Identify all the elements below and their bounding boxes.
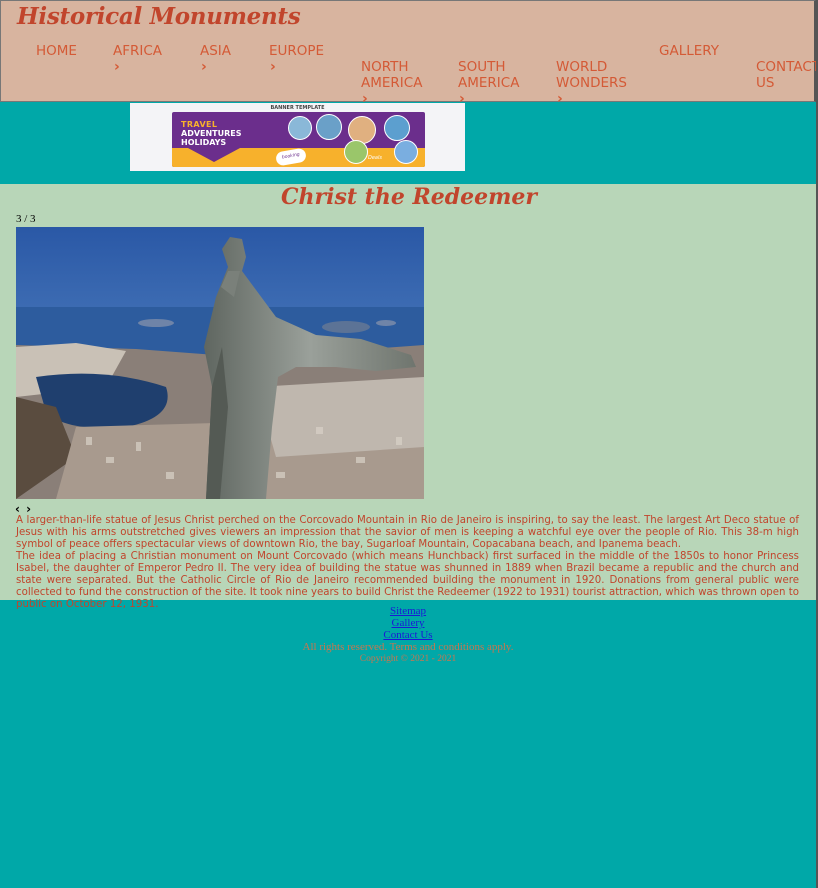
banner-top-text: BANNER TEMPLATE xyxy=(270,105,325,111)
page-title: Christ the Redeemer xyxy=(281,184,537,210)
nav-item-contact-us[interactable]: CONTACT US xyxy=(756,43,818,91)
nav-label: AFRICA xyxy=(113,43,163,59)
chevron-right-icon: › xyxy=(270,59,276,75)
ad-banner[interactable]: BANNER TEMPLATE Travel Agency TRAVEL ADV… xyxy=(130,103,465,171)
prev-slide-icon[interactable]: ‹ xyxy=(15,502,21,516)
next-slide-icon[interactable]: › xyxy=(26,502,32,516)
nav-label: NORTH AMERICA xyxy=(361,59,423,91)
slide-counter: 3 / 3 xyxy=(16,213,36,225)
nav-item-europe[interactable]: EUROPE › xyxy=(269,43,324,75)
monument-description: A larger-than-life statue of Jesus Chris… xyxy=(16,515,799,611)
banner-line-1: TRAVEL xyxy=(181,120,218,129)
banner-photo-circle xyxy=(344,140,368,164)
banner-photo-circle xyxy=(394,140,418,164)
banner-line-3: HOLIDAYS xyxy=(181,138,227,147)
site-logo[interactable]: Historical Monuments xyxy=(17,3,301,30)
nav-item-gallery[interactable]: GALLERY xyxy=(659,43,719,59)
slide-controls: ‹ › xyxy=(15,502,32,516)
description-paragraph: The idea of placing a Christian monument… xyxy=(16,551,799,610)
nav-label: ASIA xyxy=(200,43,232,59)
christ-redeemer-image xyxy=(16,227,424,499)
footer-link-gallery[interactable]: Gallery xyxy=(0,617,816,629)
main-content: Christ the Redeemer 3 / 3 ‹ › A larger-t… xyxy=(0,184,816,610)
banner-line-2: ADVENTURES xyxy=(181,129,242,138)
banner-card: TRAVEL ADVENTURES HOLIDAYS booking open … xyxy=(172,112,425,167)
banner-photo-circle xyxy=(288,116,312,140)
nav-item-asia[interactable]: ASIA › xyxy=(200,43,231,75)
monument-photo xyxy=(16,227,424,499)
chevron-right-icon: › xyxy=(114,59,120,75)
nav-item-home[interactable]: HOME xyxy=(36,43,77,59)
nav-label: CONTACT US xyxy=(756,59,818,91)
footer-rights: All rights reserved. Terms and condition… xyxy=(302,641,514,653)
nav-label: HOME xyxy=(36,43,77,59)
description-paragraph: A larger-than-life statue of Jesus Chris… xyxy=(16,515,799,550)
nav-label: WORLD WONDERS xyxy=(556,59,627,91)
site-footer: Sitemap Gallery Contact Us All rights re… xyxy=(0,605,816,665)
banner-deals-text: Deals xyxy=(368,155,382,161)
footer-link-sitemap[interactable]: Sitemap xyxy=(0,605,816,617)
footer-copyright: Copyright © 2021 - 2021 xyxy=(359,654,457,664)
banner-triangle xyxy=(188,148,240,162)
nav-item-africa[interactable]: AFRICA › xyxy=(113,43,162,75)
nav-label: SOUTH AMERICA xyxy=(458,59,520,91)
nav-label: EUROPE xyxy=(269,43,325,59)
footer-link-contact[interactable]: Contact Us xyxy=(0,629,816,641)
nav-label: GALLERY xyxy=(659,43,720,59)
banner-photo-circle xyxy=(384,115,410,141)
banner-photo-circle xyxy=(316,114,342,140)
chevron-right-icon: › xyxy=(201,59,207,75)
